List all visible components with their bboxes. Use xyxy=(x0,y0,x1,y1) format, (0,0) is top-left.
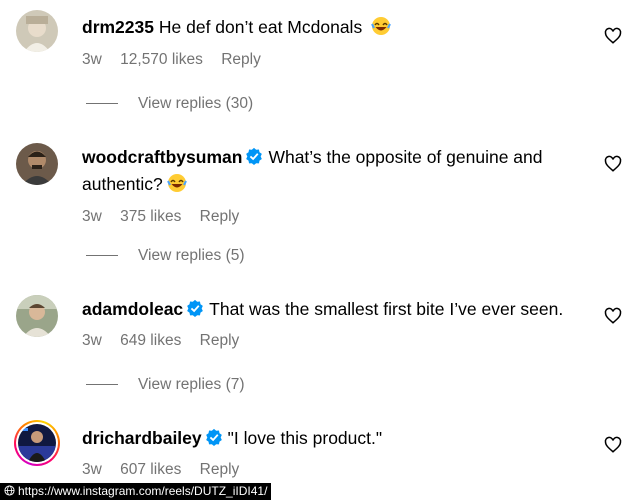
verified-badge-icon xyxy=(245,147,263,172)
reply-button[interactable]: Reply xyxy=(200,208,240,226)
username[interactable]: adamdoleac xyxy=(82,299,183,319)
reply-button[interactable]: Reply xyxy=(221,51,261,69)
view-replies-label: View replies (5) xyxy=(138,247,245,264)
like-heart-icon[interactable] xyxy=(604,27,622,45)
like-heart-icon[interactable] xyxy=(604,155,622,173)
comment-text: That was the smallest first bite I’ve ev… xyxy=(209,299,564,319)
comment-text-row: drichardbailey "I love this product." xyxy=(82,426,582,453)
username[interactable]: drichardbailey xyxy=(82,428,202,448)
verified-badge-icon xyxy=(186,299,204,324)
comment-text: "I love this product." xyxy=(227,428,383,448)
source-url-caption: https://www.instagram.com/reels/DUTZ_iID… xyxy=(0,483,272,500)
like-heart-icon[interactable] xyxy=(604,436,622,454)
comment-text-continued: authentic? xyxy=(82,174,163,194)
view-replies-button[interactable]: View replies (30) xyxy=(86,95,253,113)
replies-divider xyxy=(86,384,118,386)
verified-badge-icon xyxy=(205,428,223,453)
replies-divider xyxy=(86,255,118,257)
avatar-image xyxy=(18,424,56,462)
comment-text-row-2: authentic? xyxy=(82,172,582,200)
likes-count[interactable]: 649 likes xyxy=(120,332,181,350)
likes-count[interactable]: 375 likes xyxy=(120,208,181,226)
comment-meta: 3w 649 likes Reply xyxy=(82,332,582,350)
avatar-image xyxy=(16,143,58,185)
globe-icon xyxy=(4,485,15,496)
reply-button[interactable]: Reply xyxy=(200,461,240,479)
username[interactable]: drm2235 xyxy=(82,17,154,37)
source-url-text: https://www.instagram.com/reels/DUTZ_iID… xyxy=(18,484,268,498)
avatar[interactable] xyxy=(16,295,58,337)
comment-text: What’s the opposite of genuine and xyxy=(268,147,543,167)
replies-divider xyxy=(86,103,118,105)
comment-age: 3w xyxy=(82,208,102,225)
comment-text-row: woodcraftbysuman What’s the opposite of g… xyxy=(82,145,582,172)
view-replies-button[interactable]: View replies (5) xyxy=(86,247,245,265)
view-replies-label: View replies (30) xyxy=(138,95,254,112)
like-heart-icon[interactable] xyxy=(604,307,622,325)
comment-meta: 3w 12,570 likes Reply xyxy=(82,51,582,69)
avatar[interactable] xyxy=(16,10,58,52)
avatar[interactable] xyxy=(16,143,58,185)
comment-meta: 3w 607 likes Reply xyxy=(82,461,582,479)
likes-count[interactable]: 607 likes xyxy=(120,461,181,479)
comment-text-row: drm2235 He def don’t eat Mcdonals xyxy=(82,15,582,43)
view-replies-label: View replies (7) xyxy=(138,376,245,393)
avatar-image xyxy=(16,295,58,337)
username[interactable]: woodcraftbysuman xyxy=(82,147,242,167)
comment-age: 3w xyxy=(82,51,102,68)
reply-button[interactable]: Reply xyxy=(200,332,240,350)
view-replies-button[interactable]: View replies (7) xyxy=(86,376,245,394)
avatar-image xyxy=(16,10,58,52)
avatar-story-ring[interactable] xyxy=(14,420,60,466)
laughing-face-icon xyxy=(371,16,391,43)
comment-text: He def don’t eat Mcdonals xyxy=(158,17,363,37)
comment-text-row: adamdoleac That was the smallest first bi… xyxy=(82,297,582,324)
laughing-face-icon xyxy=(166,173,187,200)
comment-meta: 3w 375 likes Reply xyxy=(82,208,582,226)
comment-age: 3w xyxy=(82,461,102,478)
likes-count[interactable]: 12,570 likes xyxy=(120,51,203,69)
comment-age: 3w xyxy=(82,332,102,349)
